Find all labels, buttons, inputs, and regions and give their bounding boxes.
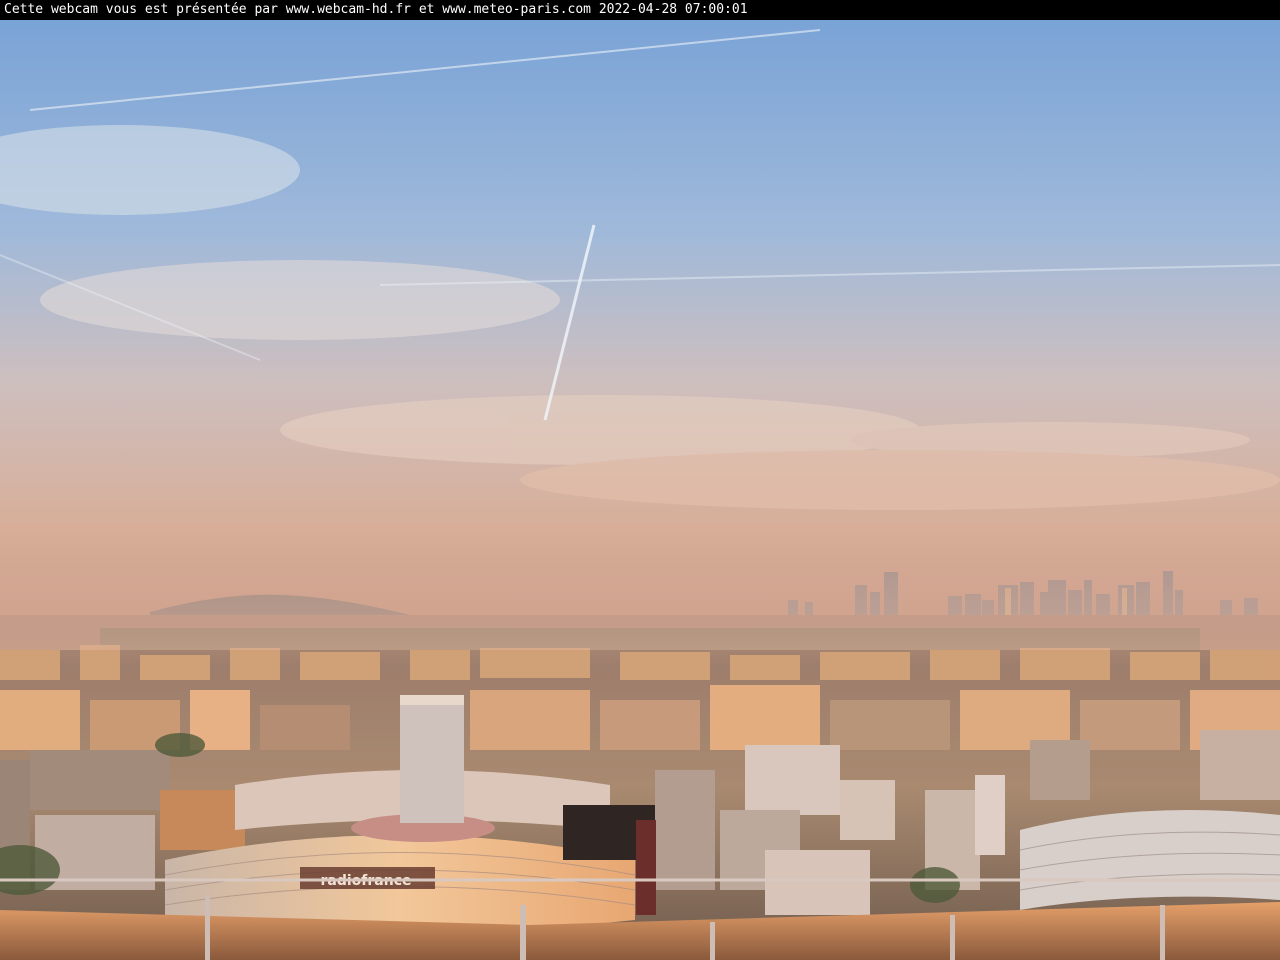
webcam-caption: Cette webcam vous est présentée par www.… <box>4 2 748 17</box>
paris-panorama: radiofrance <box>0 20 1280 960</box>
caption-bar: Cette webcam vous est présentée par www.… <box>0 0 1280 20</box>
curved-office-building <box>1019 810 1280 910</box>
haze <box>0 540 1280 650</box>
webcam-frame: Cette webcam vous est présentée par www.… <box>0 0 1280 960</box>
